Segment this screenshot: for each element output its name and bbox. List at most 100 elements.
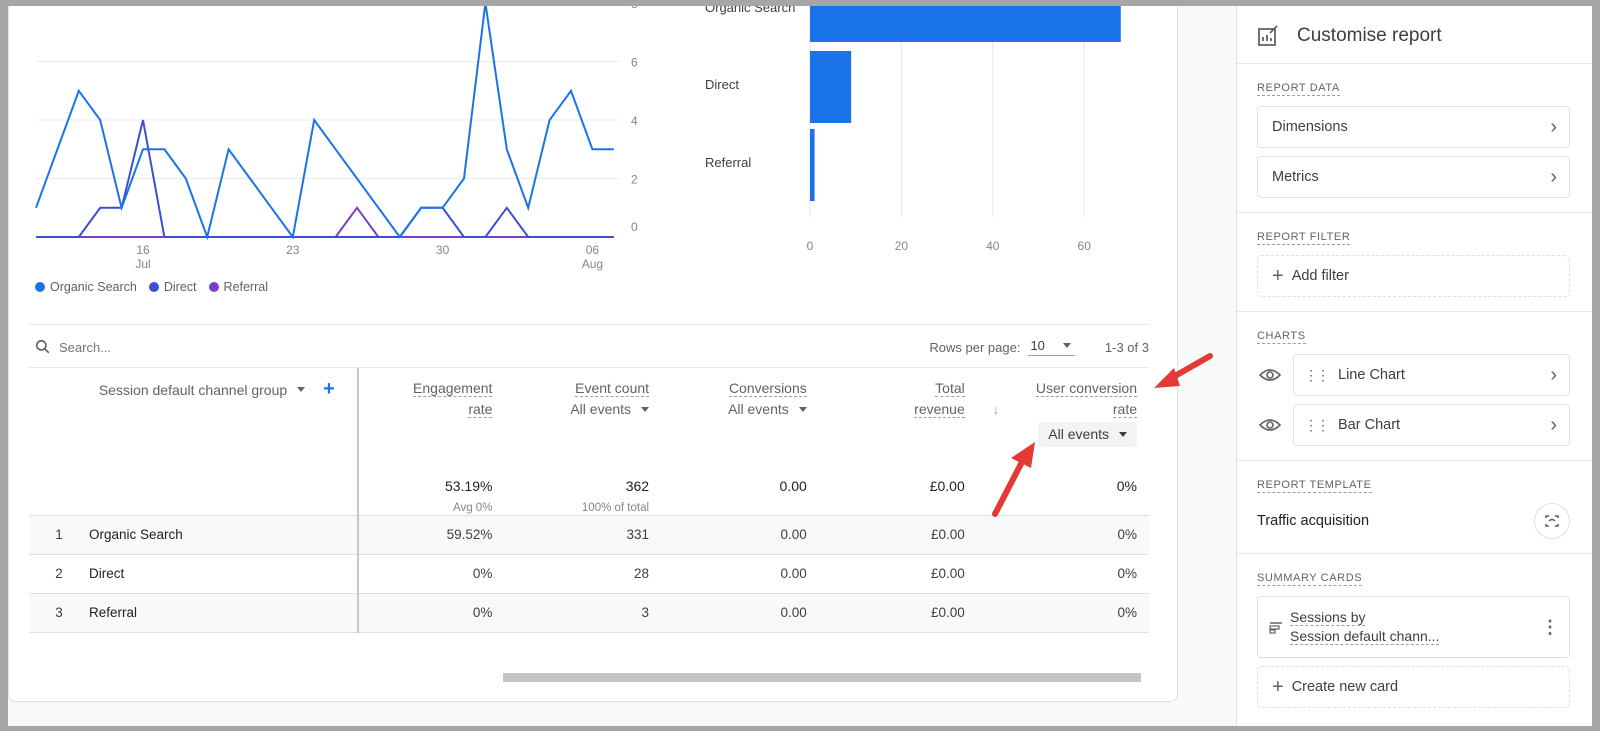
dimensions-button[interactable]: Dimensions › xyxy=(1257,106,1570,148)
column-header-conversions[interactable]: Conversions All events xyxy=(661,368,819,476)
rows-per-page-value: 10 xyxy=(1030,338,1045,353)
button-label: Dimensions xyxy=(1272,119,1348,135)
column-header-engagement-rate[interactable]: Engagement rate xyxy=(358,368,505,476)
row-dimension-cell: 1 Organic Search xyxy=(29,515,359,555)
unlink-template-button[interactable] xyxy=(1534,503,1570,539)
dimension-selector[interactable]: Session default channel group xyxy=(99,382,287,398)
line-chart: 0 2 4 6 8 16Jul 23 30 06Aug xyxy=(35,6,638,271)
bar-organic-search xyxy=(810,6,1121,42)
total-value: 362 xyxy=(625,478,650,494)
bar-category-label: Direct xyxy=(705,77,739,92)
column-title: Engagement xyxy=(413,380,493,397)
legend-label: Organic Search xyxy=(50,280,137,294)
total-cell: 0% xyxy=(976,476,1149,516)
total-cell: 0.00 xyxy=(661,476,819,516)
chevron-right-icon: › xyxy=(1550,413,1557,436)
card-dimension: Session default chann... xyxy=(1290,628,1440,645)
summary-card-title: Sessions by Session default chann... xyxy=(1290,608,1541,646)
event-filter-select-active[interactable]: All events xyxy=(1038,422,1137,447)
x-tick-label: 23 xyxy=(286,243,300,257)
caret-down-icon[interactable] xyxy=(297,387,306,392)
add-filter-button[interactable]: + Add filter xyxy=(1257,255,1570,297)
event-filter-select[interactable]: All events xyxy=(570,399,650,420)
caret-down-icon xyxy=(798,407,807,412)
caret-down-icon xyxy=(1062,343,1071,348)
report-filter-section: REPORT FILTER + Add filter xyxy=(1237,213,1592,312)
create-new-card-button[interactable]: + Create new card xyxy=(1257,666,1570,708)
bar-category-label: Organic Search xyxy=(705,6,795,15)
plus-icon: + xyxy=(1272,264,1284,287)
add-dimension-plus-icon[interactable]: + xyxy=(323,378,335,401)
bar-category-label: Referral xyxy=(705,155,751,170)
x-tick-label: Jul xyxy=(135,257,150,271)
row-name: Organic Search xyxy=(89,527,183,542)
sort-descending-icon[interactable]: ↓ xyxy=(993,402,1000,417)
y-tick-label: 2 xyxy=(631,173,638,187)
x-tick-label: 06 xyxy=(586,243,600,257)
card-metric: Sessions by xyxy=(1290,609,1366,626)
caret-down-icon xyxy=(1119,432,1127,437)
section-label: REPORT FILTER xyxy=(1257,231,1351,245)
table-row[interactable]: 2 Direct 0% 28 0.00 £0.00 0% xyxy=(29,554,1149,594)
column-title: Event count xyxy=(575,380,650,397)
chevron-right-icon: › xyxy=(1550,363,1557,386)
table-row[interactable]: 3 Referral 0% 3 0.00 £0.00 0% xyxy=(29,593,1149,633)
chevron-right-icon: › xyxy=(1550,165,1557,188)
column-header-event-count[interactable]: Event count All events xyxy=(504,368,661,476)
row-name: Direct xyxy=(89,566,125,581)
x-tick-label: 30 xyxy=(436,243,450,257)
column-header-user-conversion-rate[interactable]: User conversion ↓ rate All events xyxy=(977,368,1149,476)
legend-item[interactable]: Referral xyxy=(208,280,268,294)
summary-card[interactable]: Sessions by Session default chann... ⋮ xyxy=(1257,596,1570,658)
chart-row-bar: ⋮⋮ Bar Chart › xyxy=(1257,404,1570,446)
row-index: 1 xyxy=(55,527,63,542)
rows-per-page-select[interactable]: 10 xyxy=(1028,338,1075,356)
column-title: User conversion xyxy=(1035,380,1137,397)
table-toolbar: Rows per page: 10 1-3 of 3 xyxy=(29,327,1149,367)
metrics-button[interactable]: Metrics › xyxy=(1257,156,1570,198)
section-label: CHARTS xyxy=(1257,330,1306,344)
cell-user-conversion-rate: 0% xyxy=(976,554,1149,594)
totals-row: 53.19% Avg 0% 362 100% of total 0.00 £0.00… xyxy=(29,476,1149,516)
column-header-total-revenue[interactable]: Total revenue xyxy=(819,368,977,476)
x-tick-label: 40 xyxy=(986,239,1000,253)
more-vert-icon[interactable]: ⋮ xyxy=(1541,617,1559,638)
horizontal-scrollbar[interactable] xyxy=(503,673,1141,682)
cell-total-revenue: £0.00 xyxy=(818,554,977,594)
line-chart-button[interactable]: ⋮⋮ Line Chart › xyxy=(1293,354,1570,396)
customise-report-panel: Customise report REPORT DATA Dimensions ›… xyxy=(1236,6,1592,726)
series-line-referral xyxy=(36,206,614,238)
link-off-icon xyxy=(1545,515,1559,527)
cell-user-conversion-rate: 0% xyxy=(976,593,1149,633)
dimension-column-header: Session default channel group + xyxy=(29,368,359,476)
table-row[interactable]: 1 Organic Search 59.52% 331 0.00 £0.00 0% xyxy=(29,515,1149,555)
event-filter-value: All events xyxy=(728,401,789,417)
eye-icon[interactable] xyxy=(1257,367,1283,383)
event-filter-value: All events xyxy=(570,401,632,417)
column-title: Conversions xyxy=(728,380,807,397)
x-tick-label: 60 xyxy=(1078,239,1092,253)
legend-item[interactable]: Organic Search xyxy=(35,280,137,294)
column-title: Total xyxy=(935,380,965,397)
button-label: Metrics xyxy=(1272,169,1319,185)
eye-icon[interactable] xyxy=(1257,417,1283,433)
report-card: 0 2 4 6 8 16 Jul 23 30 06 Aug 0 20 40 60 Organic Searc… xyxy=(8,6,1178,702)
cell-event-count: 3 xyxy=(504,593,662,633)
cell-conversions: 0.00 xyxy=(661,515,819,555)
app-frame: 0 2 4 6 8 16 Jul 23 30 06 Aug 0 20 40 60 Organic Searc… xyxy=(8,6,1592,726)
panel-title: Customise report xyxy=(1297,24,1442,46)
event-filter-select[interactable]: All events xyxy=(728,399,807,420)
column-title: rate xyxy=(468,401,493,418)
bar-referral xyxy=(810,129,815,201)
drag-handle-icon[interactable]: ⋮⋮ xyxy=(1304,417,1330,434)
section-label: REPORT TEMPLATE xyxy=(1257,479,1372,493)
drag-handle-icon[interactable]: ⋮⋮ xyxy=(1304,367,1330,384)
legend-item[interactable]: Direct xyxy=(148,280,197,294)
data-table: Session default channel group + Engageme… xyxy=(29,368,1149,633)
table-search-input[interactable] xyxy=(59,339,459,355)
total-value: 0% xyxy=(1116,478,1137,494)
bar-chart-button[interactable]: ⋮⋮ Bar Chart › xyxy=(1293,404,1570,446)
rows-per-page-label: Rows per page: xyxy=(929,339,1021,355)
search-icon xyxy=(35,339,50,354)
total-cell: 53.19% Avg 0% xyxy=(357,476,505,516)
